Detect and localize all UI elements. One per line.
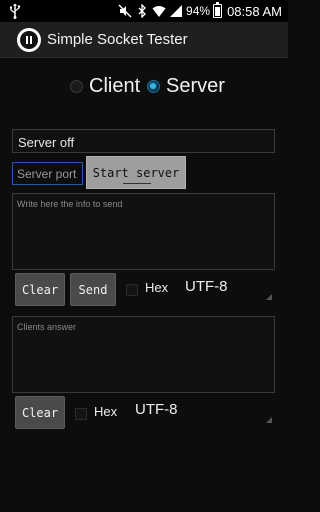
radio-client-label[interactable]: Client <box>89 75 140 98</box>
radio-client[interactable]: Client <box>70 72 140 100</box>
app-logo-icon <box>17 28 41 52</box>
send-button[interactable]: Send <box>70 273 116 306</box>
mute-icon <box>118 4 132 18</box>
clock: 08:58 AM <box>227 3 282 19</box>
encoding-select-send[interactable]: UTF-8 <box>185 278 272 302</box>
encoding-select-send-value: UTF-8 <box>185 278 228 295</box>
hex-label-answer: Hex <box>94 404 118 419</box>
encoding-select-answer[interactable]: UTF-8 <box>135 401 272 425</box>
radio-client-indicator[interactable] <box>70 79 83 93</box>
radio-server-label[interactable]: Server <box>166 75 225 98</box>
action-bar: Simple Socket Tester <box>0 22 288 58</box>
bluetooth-icon <box>138 4 146 18</box>
send-text-input[interactable] <box>12 193 275 270</box>
battery-percent: 94% <box>186 4 211 18</box>
wifi-icon <box>152 6 166 17</box>
radio-server-indicator[interactable] <box>147 79 160 93</box>
clear-answer-button[interactable]: Clear <box>15 396 65 429</box>
radio-server[interactable]: Server <box>147 72 225 100</box>
dropdown-arrow-icon <box>266 294 272 300</box>
clear-send-button[interactable]: Clear <box>15 273 65 306</box>
signal-icon <box>170 5 183 17</box>
hex-checkbox-send[interactable] <box>126 284 138 296</box>
status-bar: 94% 08:58 AM <box>0 0 288 22</box>
hex-checkbox-answer[interactable] <box>75 408 87 420</box>
server-status-field: Server off <box>12 129 275 153</box>
clients-answer-field[interactable] <box>12 316 275 393</box>
dropdown-arrow-icon <box>266 417 272 423</box>
encoding-select-answer-value: UTF-8 <box>135 401 178 418</box>
app-title: Simple Socket Tester <box>47 31 188 48</box>
hex-label-send: Hex <box>145 280 169 295</box>
battery-icon <box>213 1 223 18</box>
server-port-input[interactable] <box>12 162 83 185</box>
usb-icon <box>10 3 21 19</box>
start-server-button[interactable]: Start server <box>86 156 186 189</box>
